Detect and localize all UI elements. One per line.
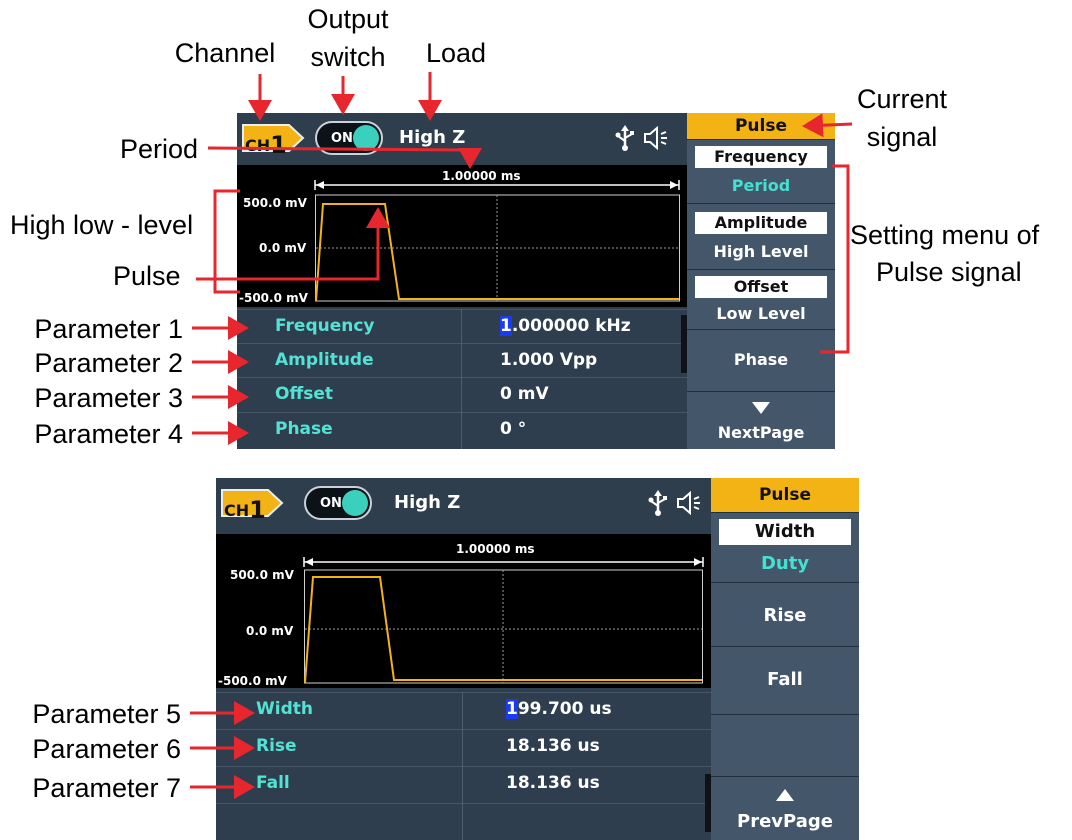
- annotation-arrows: [190, 72, 853, 799]
- arrow-current-signal: [802, 113, 853, 138]
- arrow-pulse: [196, 207, 390, 281]
- arrow-period: [207, 146, 482, 169]
- bracket-high-low-level: [213, 189, 240, 294]
- bracket-setting-menu: [820, 164, 850, 354]
